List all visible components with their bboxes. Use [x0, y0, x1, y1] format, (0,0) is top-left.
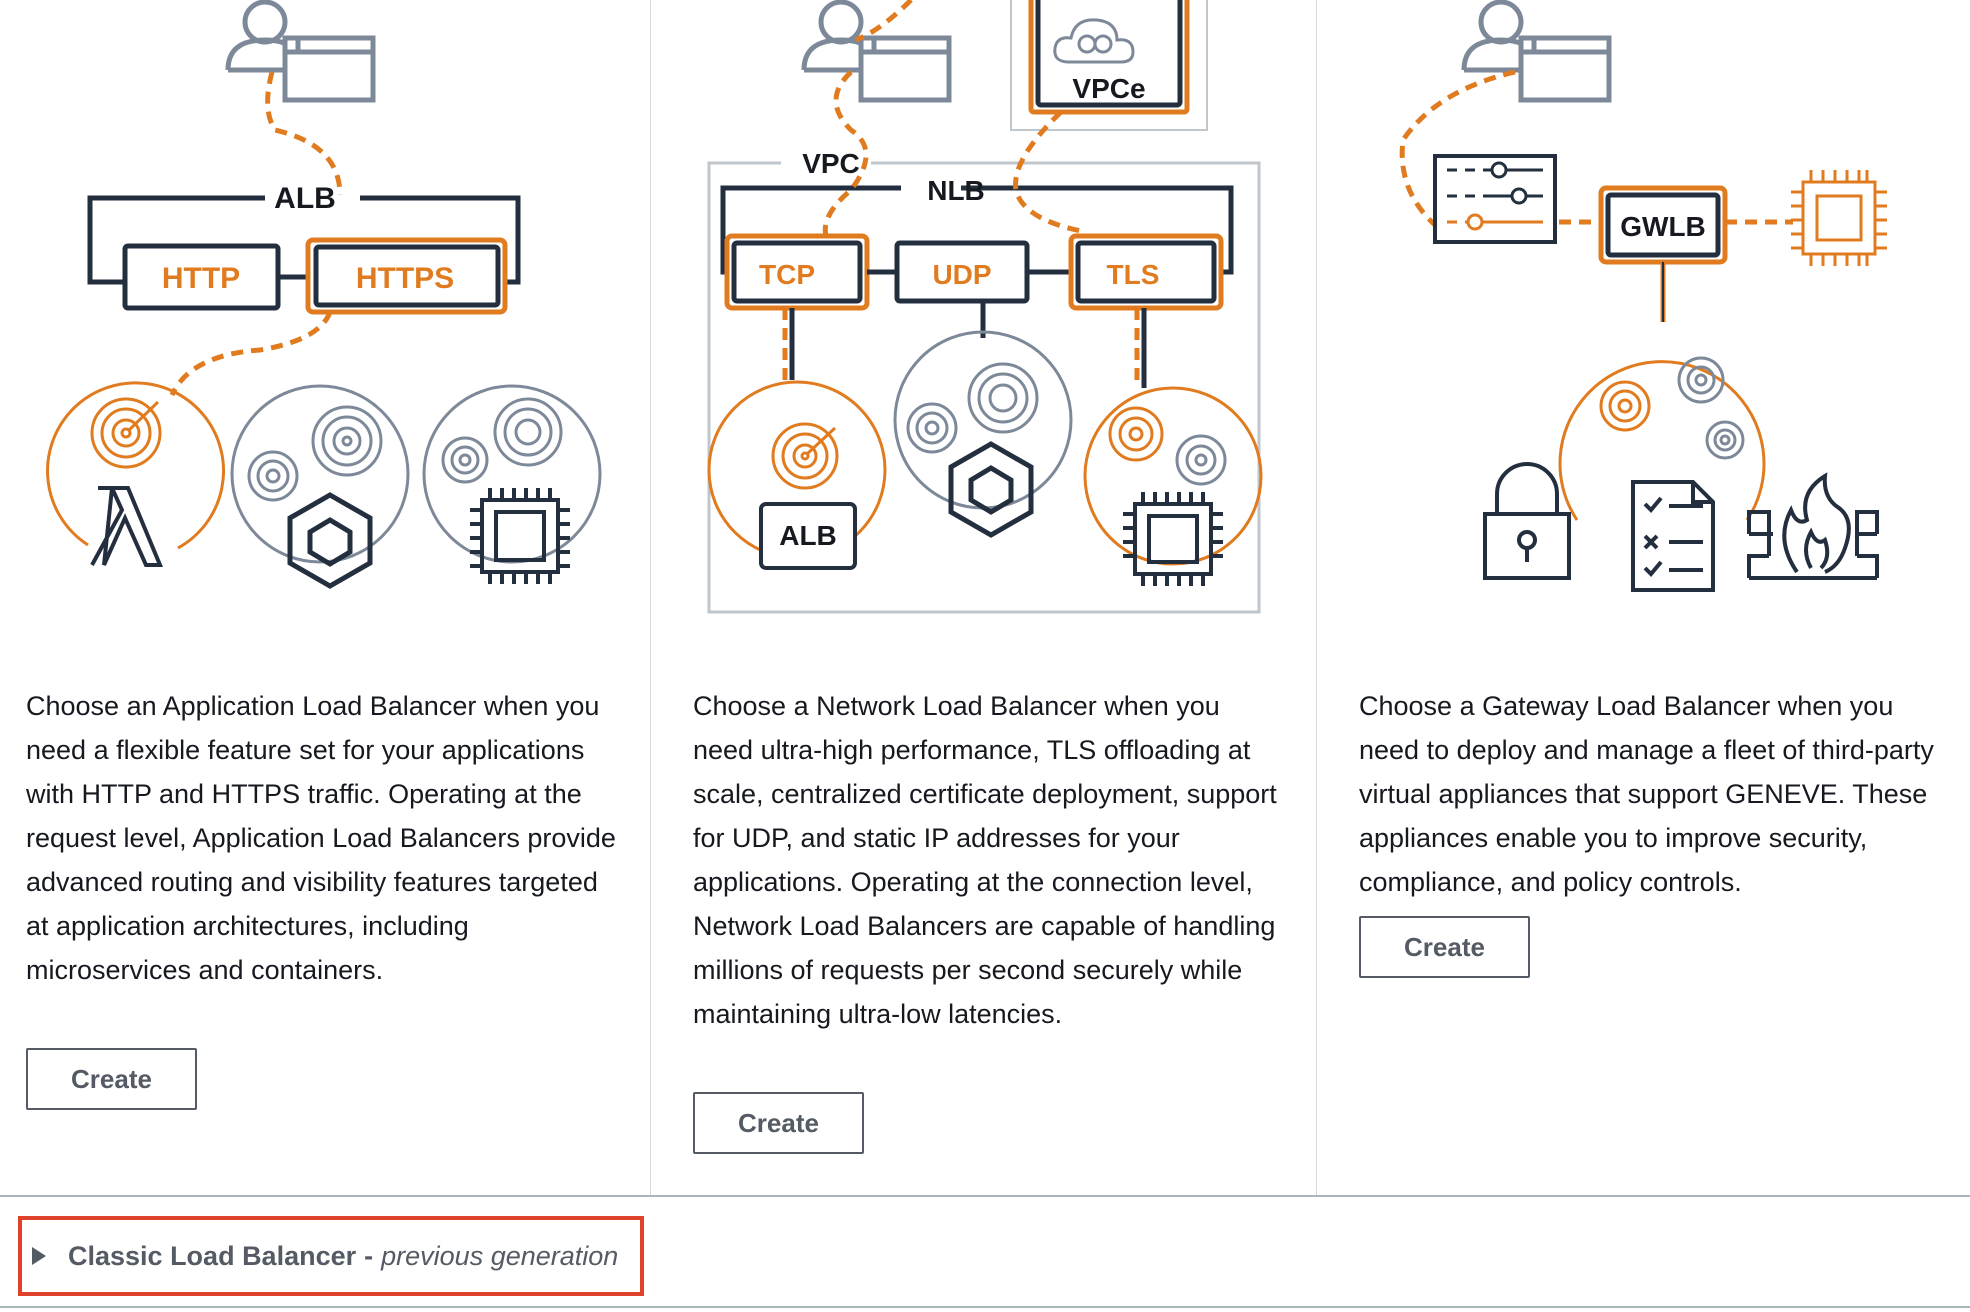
lambda-icon	[90, 486, 163, 567]
gwlb-card: GWLB Choose a Gateway Load Balancer when…	[1316, 0, 1970, 1195]
vpce-label: VPCe	[1072, 73, 1145, 104]
nlb-description: Choose a Network Load Balancer when you …	[693, 691, 1277, 1029]
section-divider-bottom	[0, 1306, 1970, 1308]
user-browser-icon	[1461, 0, 1612, 103]
checklist-icon	[1631, 480, 1715, 592]
alb-diagram: ALB HTTP HTTPS	[46, 0, 602, 589]
classic-load-balancer-expander[interactable]: Classic Load Balancer - previous generat…	[18, 1216, 644, 1296]
alb-card: ALB HTTP HTTPS Choose an Application Loa…	[0, 0, 650, 1195]
user-browser-icon	[225, 0, 376, 103]
lambda-target-group	[46, 381, 226, 567]
nlb-card: VPCe VPC NLB TCP UDP TLS ALB Choose a Ne…	[650, 0, 1317, 1195]
tls-listener: TLS	[1107, 259, 1160, 290]
http-listener: HTTP	[162, 262, 240, 295]
load-balancer-types-page: ALB HTTP HTTPS Choose an Application Loa…	[0, 0, 1970, 1312]
create-alb-button[interactable]: Create	[26, 1048, 197, 1110]
https-listener: HTTPS	[356, 262, 454, 295]
gwlb-label: GWLB	[1620, 211, 1706, 242]
alb-group-label: ALB	[274, 182, 336, 215]
container-icon	[948, 441, 1034, 538]
chip-icon	[1123, 492, 1223, 586]
chip-icon	[470, 488, 570, 584]
sliders-icon	[1433, 154, 1557, 244]
container-target-group	[230, 384, 410, 589]
lock-icon	[1483, 462, 1571, 580]
ec2-target-group	[422, 384, 602, 584]
container-icon	[287, 492, 373, 589]
nlb-group-label: NLB	[927, 175, 985, 206]
classic-title: Classic Load Balancer	[68, 1240, 357, 1271]
udp-listener: UDP	[932, 259, 991, 290]
create-gwlb-button[interactable]: Create	[1359, 916, 1530, 978]
classic-subtitle: previous generation	[381, 1240, 619, 1271]
section-divider	[0, 1195, 1970, 1197]
nlb-diagram: VPCe VPC NLB TCP UDP TLS ALB	[707, 0, 1263, 614]
target-icon	[90, 397, 162, 469]
chip-icon	[1791, 170, 1887, 266]
vpc-label: VPC	[802, 148, 860, 179]
alb-target-label: ALB	[779, 520, 837, 551]
user-browser-icon	[801, 0, 952, 103]
gwlb-description: Choose a Gateway Load Balancer when you …	[1359, 691, 1934, 897]
firewall-icon	[1747, 472, 1879, 580]
caret-right-icon[interactable]	[32, 1247, 46, 1265]
gwlb-diagram: GWLB	[1399, 0, 1887, 592]
create-nlb-button[interactable]: Create	[693, 1092, 864, 1154]
tcp-listener: TCP	[759, 259, 815, 290]
alb-description: Choose an Application Load Balancer when…	[26, 691, 616, 985]
classic-separator: -	[364, 1240, 374, 1271]
